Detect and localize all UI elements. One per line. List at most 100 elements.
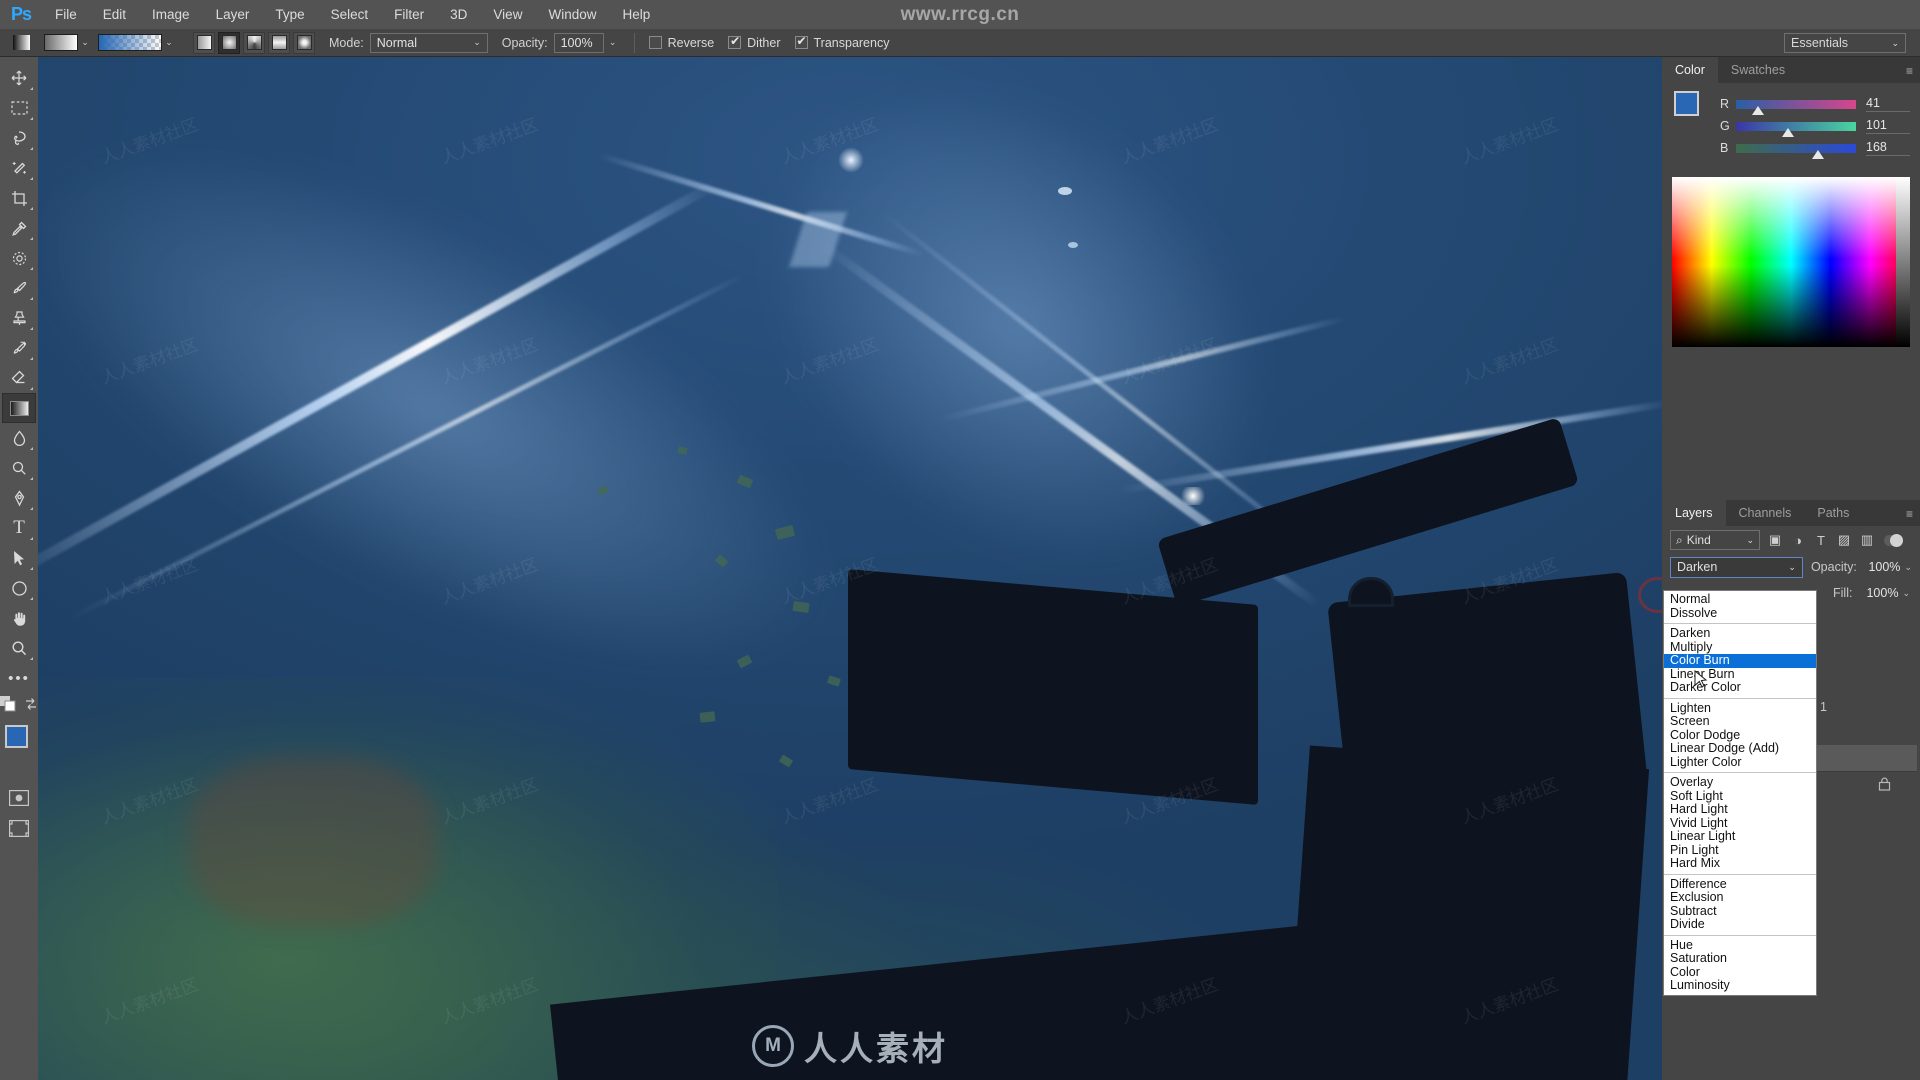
tab-swatches[interactable]: Swatches <box>1718 57 1798 83</box>
layer-opacity-value[interactable]: 100% <box>1861 560 1900 574</box>
color-panel-menu-icon[interactable]: ≡ <box>1906 64 1913 78</box>
filter-adjustment-layers-icon[interactable]: ◑ <box>1790 533 1806 548</box>
gradient-tool-icon[interactable] <box>6 32 36 54</box>
red-value[interactable]: 41 <box>1866 96 1910 112</box>
blend-option-saturation[interactable]: Saturation <box>1664 951 1816 966</box>
move-tool[interactable] <box>2 63 36 93</box>
blue-slider-thumb[interactable] <box>1811 149 1824 159</box>
lock-icon[interactable] <box>1878 777 1891 794</box>
reflected-gradient-button[interactable] <box>268 31 290 54</box>
blue-slider-row[interactable]: B 168 <box>1720 137 1910 159</box>
blend-option-lighter-color[interactable]: Lighter Color <box>1664 755 1816 770</box>
blend-option-color-burn[interactable]: Color Burn <box>1664 653 1816 668</box>
blend-option-hard-light[interactable]: Hard Light <box>1664 802 1816 817</box>
blend-option-soft-light[interactable]: Soft Light <box>1664 789 1816 804</box>
filter-enable-toggle[interactable] <box>1884 533 1903 547</box>
diamond-gradient-button[interactable] <box>293 31 315 54</box>
foreground-color-swatch[interactable] <box>5 725 28 748</box>
opacity-input[interactable]: 100% <box>553 32 604 53</box>
red-slider-thumb[interactable] <box>1751 105 1764 115</box>
green-slider-track[interactable] <box>1736 121 1856 137</box>
workspace-selector[interactable]: Essentials ⌄ <box>1784 33 1906 53</box>
blend-mode-select[interactable]: Normal ⌄ <box>369 32 488 53</box>
blend-mode-dropdown[interactable]: Normal Dissolve Darken Multiply Color Bu… <box>1663 590 1817 996</box>
gradient-preview-swatch[interactable] <box>98 34 162 51</box>
layers-panel-menu-icon[interactable]: ≡ <box>1906 507 1913 521</box>
green-value[interactable]: 101 <box>1866 118 1910 134</box>
opacity-caret-icon[interactable]: ⌄ <box>604 37 622 48</box>
default-colors-icon[interactable] <box>0 695 16 717</box>
radial-gradient-button[interactable] <box>218 31 240 54</box>
gradient-tool[interactable] <box>2 393 36 423</box>
green-slider-thumb[interactable] <box>1781 127 1794 137</box>
grayscale-ramp[interactable] <box>1896 177 1910 347</box>
angle-gradient-button[interactable] <box>243 31 265 54</box>
blend-option-color[interactable]: Color <box>1664 965 1816 980</box>
menu-3d[interactable]: 3D <box>437 0 480 29</box>
clone-stamp-tool[interactable] <box>2 303 36 333</box>
reverse-checkbox[interactable]: Reverse <box>648 36 714 50</box>
tab-channels[interactable]: Channels <box>1726 500 1805 526</box>
gradient-preset-caret-icon[interactable]: ⌄ <box>78 37 92 48</box>
blue-slider-track[interactable] <box>1736 143 1856 159</box>
menu-select[interactable]: Select <box>318 0 382 29</box>
menu-image[interactable]: Image <box>139 0 203 29</box>
crop-tool[interactable] <box>2 183 36 213</box>
gradient-preset-swatch[interactable] <box>44 34 78 51</box>
ellipse-tool[interactable] <box>2 573 36 603</box>
tab-color[interactable]: Color <box>1662 57 1718 83</box>
edit-toolbar-button[interactable]: ••• <box>2 663 36 693</box>
brush-tool[interactable] <box>2 273 36 303</box>
quick-mask-button[interactable] <box>2 783 36 813</box>
blur-tool[interactable] <box>2 423 36 453</box>
hand-tool[interactable] <box>2 603 36 633</box>
blend-option-darker-color[interactable]: Darker Color <box>1664 680 1816 695</box>
layer-fill-value[interactable]: 100% <box>1856 586 1898 600</box>
blend-option-hard-mix[interactable]: Hard Mix <box>1664 856 1816 871</box>
foreground-background-colors[interactable] <box>0 723 38 779</box>
zoom-tool[interactable] <box>2 633 36 663</box>
spot-healing-brush-tool[interactable] <box>2 243 36 273</box>
pen-tool[interactable] <box>2 483 36 513</box>
tab-layers[interactable]: Layers <box>1662 500 1726 526</box>
screen-mode-button[interactable] <box>2 813 36 843</box>
dither-checkbox[interactable]: Dither <box>728 34 781 50</box>
quick-selection-tool[interactable] <box>2 153 36 183</box>
rectangular-marquee-tool[interactable] <box>2 93 36 123</box>
red-slider-track[interactable] <box>1736 99 1856 115</box>
filter-kind-select[interactable]: ⌕ Kind ⌄ <box>1670 530 1760 550</box>
blend-option-screen[interactable]: Screen <box>1664 714 1816 729</box>
menu-help[interactable]: Help <box>609 0 663 29</box>
menu-view[interactable]: View <box>480 0 535 29</box>
blend-option-subtract[interactable]: Subtract <box>1664 904 1816 919</box>
blend-option-divide[interactable]: Divide <box>1664 917 1816 932</box>
blend-option-normal[interactable]: Normal <box>1664 592 1816 607</box>
blend-option-exclusion[interactable]: Exclusion <box>1664 890 1816 905</box>
menu-edit[interactable]: Edit <box>90 0 139 29</box>
menu-file[interactable]: File <box>42 0 90 29</box>
menu-window[interactable]: Window <box>535 0 609 29</box>
transparency-checkbox[interactable]: Transparency <box>794 34 889 50</box>
linear-gradient-button[interactable] <box>193 31 215 54</box>
blend-option-multiply[interactable]: Multiply <box>1664 640 1816 655</box>
blend-option-overlay[interactable]: Overlay <box>1664 775 1816 790</box>
color-spectrum-ramp[interactable] <box>1672 177 1910 347</box>
layer-fill-caret-icon[interactable]: ⌄ <box>1902 588 1910 599</box>
blend-option-difference[interactable]: Difference <box>1664 877 1816 892</box>
red-slider-row[interactable]: R 41 <box>1720 93 1910 115</box>
filter-shape-layers-icon[interactable]: ▨ <box>1836 532 1852 548</box>
blend-option-linear-dodge-add[interactable]: Linear Dodge (Add) <box>1664 741 1816 756</box>
tab-paths[interactable]: Paths <box>1804 500 1862 526</box>
blend-option-lighten[interactable]: Lighten <box>1664 701 1816 716</box>
blend-option-pin-light[interactable]: Pin Light <box>1664 843 1816 858</box>
blend-option-luminosity[interactable]: Luminosity <box>1664 978 1816 993</box>
document-canvas[interactable]: 人人素材社区 人人素材社区 人人素材社区 人人素材社区 人人素材社区 人人素材社… <box>38 57 1662 1080</box>
eraser-tool[interactable] <box>2 363 36 393</box>
filter-pixel-layers-icon[interactable]: ▣ <box>1767 532 1783 548</box>
blend-option-hue[interactable]: Hue <box>1664 938 1816 953</box>
layer-blend-mode-select[interactable]: Darken ⌄ <box>1670 556 1803 578</box>
switch-colors-icon[interactable] <box>24 697 38 716</box>
layer-opacity-caret-icon[interactable]: ⌄ <box>1904 562 1912 573</box>
menu-filter[interactable]: Filter <box>381 0 437 29</box>
menu-layer[interactable]: Layer <box>203 0 263 29</box>
